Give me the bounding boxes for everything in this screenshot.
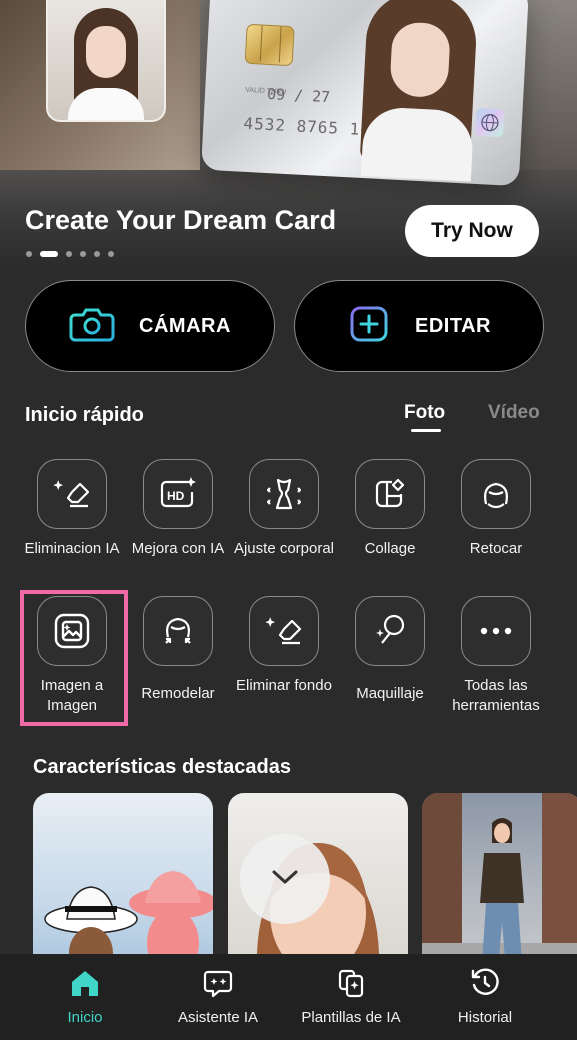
carousel-indicator: [26, 251, 114, 257]
tab-foto[interactable]: Foto: [404, 402, 445, 424]
camera-label: CÁMARA: [139, 314, 231, 337]
bottom-navigation: Inicio Asistente IA Plantillas de IA His…: [0, 954, 577, 1040]
carousel-dot-active: [40, 251, 58, 257]
history-icon: [469, 968, 501, 1002]
nav-item-asistente-ia[interactable]: Asistente IA: [168, 968, 268, 1026]
tool-label: Maquillaje: [356, 685, 424, 702]
tool-remodelar[interactable]: Remodelar: [123, 596, 233, 704]
tool-eliminacion-ia[interactable]: Eliminacion IA: [17, 459, 127, 559]
tool-imagen-a-imagen[interactable]: Imagen a Imagen: [17, 596, 127, 716]
carousel-dot: [26, 251, 32, 257]
nav-item-historial[interactable]: Historial: [440, 968, 530, 1026]
nav-item-plantillas-de-ia[interactable]: Plantillas de IA: [292, 968, 410, 1026]
tool-label: Todas las herramientas: [452, 677, 540, 714]
tool-retocar[interactable]: Retocar: [441, 459, 551, 559]
face-reshape-icon: [143, 596, 213, 666]
try-now-button[interactable]: Try Now: [405, 205, 539, 257]
edit-label: EDITAR: [415, 314, 491, 337]
tab-video[interactable]: Vídeo: [488, 402, 540, 424]
hd-sparkle-icon: HD: [143, 459, 213, 529]
tool-eliminar-fondo[interactable]: Eliminar fondo: [229, 596, 339, 696]
card-chip: [244, 23, 295, 67]
tab-active-indicator: [411, 429, 441, 432]
ai-assistant-icon: [202, 970, 234, 1002]
home-icon: [69, 971, 101, 1002]
templates-icon: [335, 969, 367, 1002]
hero-banner[interactable]: VALID THRU 09 / 27 4532 8765 1098 4321 C…: [0, 0, 577, 270]
hero-title: Create Your Dream Card: [25, 205, 337, 235]
tool-label: Collage: [364, 540, 416, 557]
face-retouch-icon: [461, 459, 531, 529]
tool-collage[interactable]: Collage: [335, 459, 445, 559]
collage-icon: [355, 459, 425, 529]
tool-label: Mejora con IA: [131, 540, 225, 557]
tool-label: Eliminar fondo: [236, 677, 332, 694]
tool-ajuste-corporal[interactable]: Ajuste corporal: [229, 459, 339, 559]
featured-title: Características destacadas: [33, 756, 291, 778]
tool-maquillaje[interactable]: Maquillaje: [335, 596, 445, 704]
camera-button[interactable]: CÁMARA: [25, 280, 275, 372]
add-edit-icon: [347, 304, 391, 349]
eraser-sparkle-icon: [249, 596, 319, 666]
more-dots-icon: [461, 596, 531, 666]
eraser-sparkle-icon: [37, 459, 107, 529]
svg-text:HD: HD: [167, 489, 185, 503]
card-expiry: 09 / 27: [266, 84, 331, 107]
tool-label: Remodelar: [141, 685, 215, 702]
nav-item-inicio[interactable]: Inicio: [44, 968, 126, 1026]
tool-label: Eliminacion IA: [24, 540, 120, 557]
tool-mejora-con-ia[interactable]: HD Mejora con IA: [123, 459, 233, 559]
quick-start-title: Inicio rápido: [25, 404, 144, 426]
image-sparkle-icon: [37, 596, 107, 666]
portrait-photo: [46, 0, 166, 122]
carousel-dot: [66, 251, 72, 257]
makeup-mirror-icon: [355, 596, 425, 666]
tool-todas-las-herramientas[interactable]: Todas las herramientas: [441, 596, 551, 716]
nav-label: Inicio: [67, 1009, 103, 1026]
globe-icon: [475, 107, 505, 138]
carousel-dot: [108, 251, 114, 257]
carousel-dot: [80, 251, 86, 257]
carousel-dot: [94, 251, 100, 257]
tool-label: Imagen a Imagen: [40, 677, 104, 714]
credit-card-preview: VALID THRU 09 / 27 4532 8765 1098 4321: [201, 0, 529, 187]
nav-label: Asistente IA: [177, 1009, 259, 1026]
camera-icon: [69, 306, 115, 347]
body-shape-icon: [249, 459, 319, 529]
nav-label: Plantillas de IA: [301, 1009, 401, 1026]
scroll-down-button[interactable]: [240, 834, 330, 924]
chevron-down-icon: [270, 868, 300, 891]
tool-label: Retocar: [469, 540, 523, 557]
tool-label: Ajuste corporal: [233, 540, 335, 557]
edit-button[interactable]: EDITAR: [294, 280, 544, 372]
nav-label: Historial: [457, 1009, 513, 1026]
